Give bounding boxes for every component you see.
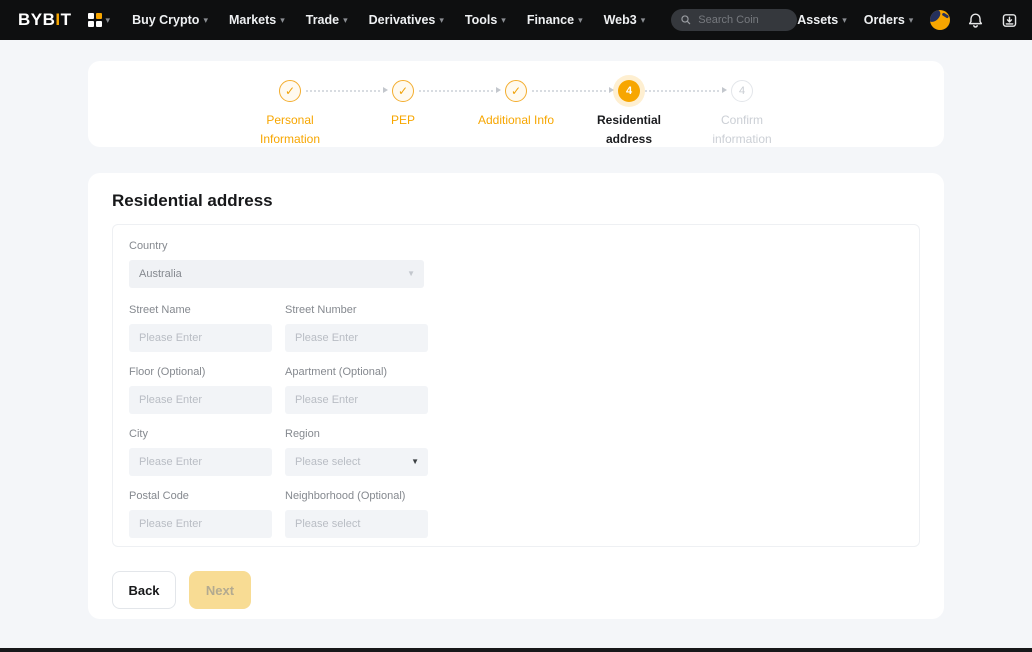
- address-form-panel: Country ▼ Street Name Street Number Floo…: [112, 224, 920, 547]
- nav-item-buy-crypto[interactable]: Buy Crypto ▾: [132, 13, 208, 27]
- deposit-button[interactable]: [1001, 12, 1018, 29]
- nav-item-derivatives[interactable]: Derivatives▾: [369, 13, 444, 27]
- form-actions: Back Next: [112, 571, 920, 609]
- bell-icon: [967, 12, 984, 29]
- kyc-stepper-card: Personal Information PEP Additional Info…: [88, 61, 944, 147]
- chevron-down-icon: ▾: [501, 16, 506, 25]
- field-label: Postal Code: [129, 490, 272, 503]
- main-nav: Buy Crypto▾ Markets▾ Trade▾ Derivatives▾…: [132, 13, 645, 27]
- postal-code-field: Postal Code: [129, 490, 272, 538]
- street-name-input[interactable]: [129, 324, 272, 352]
- field-label: Neighborhood (Optional): [285, 490, 428, 503]
- nav-label: Markets: [229, 13, 276, 27]
- step-confirm-information: 4 Confirm information: [686, 80, 799, 148]
- assets-menu[interactable]: Assets ▾: [797, 13, 847, 27]
- street-number-input[interactable]: [285, 324, 428, 352]
- floor-input[interactable]: [129, 386, 272, 414]
- step-label: Personal Information: [244, 111, 336, 148]
- country-label: Country: [129, 240, 903, 253]
- step-number-badge: 4: [731, 80, 753, 102]
- field-label: Street Number: [285, 304, 428, 317]
- city-input[interactable]: [129, 448, 272, 476]
- kyc-stepper: Personal Information PEP Additional Info…: [88, 80, 944, 148]
- nav-label: Derivatives: [369, 13, 436, 27]
- nav-label: Orders: [864, 13, 905, 27]
- chevron-down-icon: ▾: [909, 16, 914, 25]
- search-input[interactable]: [698, 14, 788, 26]
- country-field: Country ▼: [129, 240, 903, 288]
- top-nav-bar: BYBIT ▾ Buy Crypto ▾ Markets ▾ Trade ▾ Deri…: [0, 0, 1032, 40]
- city-field: City: [129, 428, 272, 476]
- nav-label: Trade: [306, 13, 339, 27]
- header-right: Assets ▾ Orders ▾: [797, 10, 1032, 30]
- region-select[interactable]: [285, 448, 428, 476]
- apps-menu-button[interactable]: ▾: [88, 13, 111, 27]
- nav-label: Web3: [604, 13, 637, 27]
- neighborhood-field: Neighborhood (Optional): [285, 490, 428, 538]
- bottom-bar: [0, 648, 1032, 652]
- field-label: City: [129, 428, 272, 441]
- region-field: Region ▼: [285, 428, 428, 476]
- chevron-down-icon: ▾: [106, 16, 111, 25]
- search-icon: [680, 14, 692, 26]
- chevron-down-icon: ▾: [578, 16, 583, 25]
- step-check-icon: [505, 80, 527, 102]
- chevron-down-icon: ▾: [641, 16, 646, 25]
- nav-label: Tools: [465, 13, 497, 27]
- step-label: Residential address: [583, 111, 675, 148]
- step-label: Additional Info: [470, 111, 562, 130]
- field-label: Floor (Optional): [129, 366, 272, 379]
- chevron-down-icon: ▾: [280, 16, 285, 25]
- nav-label: Finance: [527, 13, 574, 27]
- neighborhood-select[interactable]: [285, 510, 428, 538]
- street-name-field: Street Name: [129, 304, 272, 352]
- page-title: Residential address: [112, 191, 920, 211]
- nav-item-trade[interactable]: Trade ▾: [306, 13, 348, 27]
- field-label: Apartment (Optional): [285, 366, 428, 379]
- step-number-badge: 4: [618, 80, 640, 102]
- postal-code-input[interactable]: [129, 510, 272, 538]
- floor-field: Floor (Optional): [129, 366, 272, 414]
- field-label: Region: [285, 428, 428, 441]
- next-button[interactable]: Next: [189, 571, 251, 609]
- nav-item-finance[interactable]: Finance ▾: [527, 13, 583, 27]
- step-check-icon: [279, 80, 301, 102]
- nav-item-web3[interactable]: Web3 ▾: [604, 13, 646, 27]
- user-avatar[interactable]: [930, 10, 950, 30]
- apps-grid-icon: [88, 13, 102, 27]
- nav-label: Assets: [797, 13, 838, 27]
- address-fields-grid: Street Name Street Number Floor (Optiona…: [129, 304, 903, 538]
- logo-text: T: [61, 10, 72, 29]
- nav-item-tools[interactable]: Tools ▾: [465, 13, 506, 27]
- back-button[interactable]: Back: [112, 571, 176, 609]
- apartment-input[interactable]: [285, 386, 428, 414]
- notifications-button[interactable]: [967, 12, 984, 29]
- orders-menu[interactable]: Orders ▾: [864, 13, 914, 27]
- step-label: Confirm information: [696, 111, 788, 148]
- apartment-field: Apartment (Optional): [285, 366, 428, 414]
- nav-item-markets[interactable]: Markets ▾: [229, 13, 285, 27]
- country-select[interactable]: [129, 260, 424, 288]
- nav-label: Buy Crypto: [132, 13, 199, 27]
- bybit-logo[interactable]: BYBIT: [18, 10, 72, 30]
- street-number-field: Street Number: [285, 304, 428, 352]
- chevron-down-icon: ▾: [439, 16, 444, 25]
- step-check-icon: [392, 80, 414, 102]
- field-label: Street Name: [129, 304, 272, 317]
- logo-text: BYB: [18, 10, 55, 29]
- chevron-down-icon: ▾: [842, 16, 847, 25]
- step-label: PEP: [357, 111, 449, 130]
- chevron-down-icon: ▾: [203, 16, 208, 25]
- deposit-download-icon: [1001, 12, 1018, 29]
- coin-search-box[interactable]: [671, 9, 797, 31]
- residential-address-card: Residential address Country ▼ Street Nam…: [88, 173, 944, 619]
- chevron-down-icon: ▾: [343, 16, 348, 25]
